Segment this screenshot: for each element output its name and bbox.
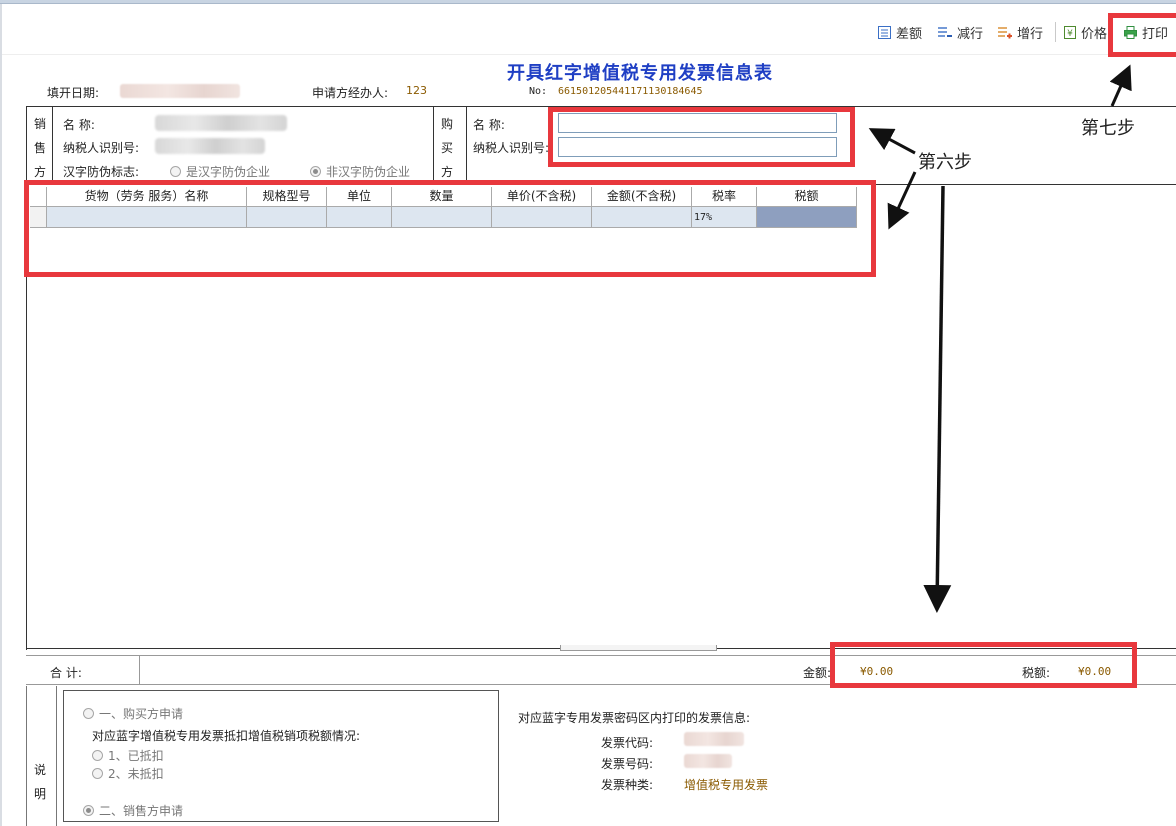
- arrow-to-print: [1109, 64, 1132, 107]
- arrow-to-totals: [923, 185, 952, 613]
- arrow-to-buyer-fields: [868, 128, 916, 155]
- annotation-arrows: [868, 64, 1132, 613]
- arrow-to-items-grid: [887, 171, 917, 230]
